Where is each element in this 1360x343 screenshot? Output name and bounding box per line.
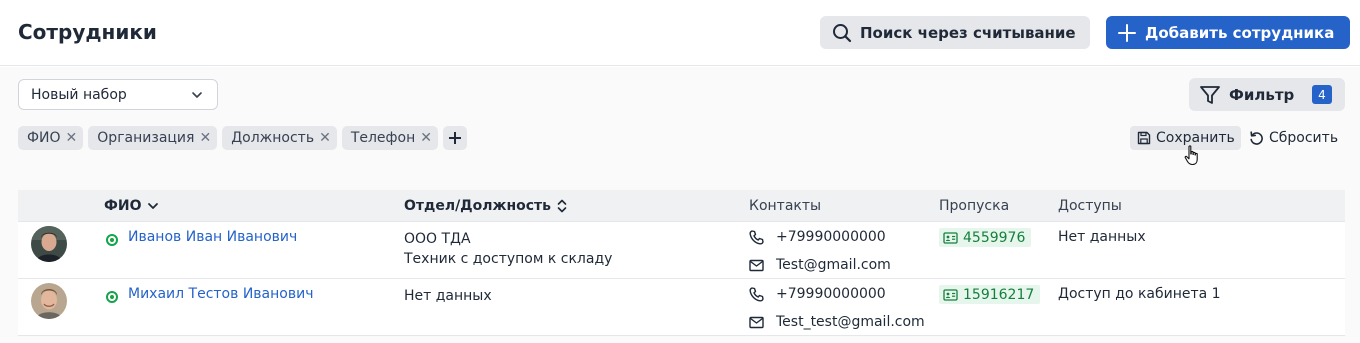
page-title: Сотрудники	[18, 20, 157, 44]
org-text: Нет данных	[404, 288, 492, 304]
scan-search-label: Поиск через считывание	[860, 23, 1076, 42]
org-text: ООО ТДА	[404, 231, 471, 247]
close-icon[interactable]: ✕	[420, 131, 432, 145]
plus-icon	[1118, 23, 1136, 42]
reset-button[interactable]: Сбросить	[1249, 126, 1338, 150]
add-employee-label: Добавить сотрудника	[1145, 23, 1335, 42]
reset-icon	[1250, 130, 1263, 145]
chevron-down-icon	[192, 92, 202, 98]
sort-desc-icon	[147, 203, 158, 209]
email-text: Test_test@gmail.com	[776, 314, 925, 330]
email-contact: Test@gmail.com	[749, 257, 891, 273]
filter-button[interactable]: Фильтр 4	[1189, 78, 1345, 111]
avatar	[31, 283, 67, 319]
pass-number: 4559976	[963, 229, 1026, 246]
preset-select-value: Новый набор	[31, 86, 127, 103]
table-row[interactable]: Михаил Тестов Иванович Нет данных +79990…	[18, 279, 1345, 336]
add-employee-button[interactable]: Добавить сотрудника	[1106, 16, 1350, 49]
close-icon[interactable]: ✕	[199, 131, 211, 145]
chip-position[interactable]: Должность ✕	[222, 126, 337, 150]
chip-organization[interactable]: Организация ✕	[88, 126, 218, 150]
filter-icon	[1200, 85, 1220, 104]
phone-icon	[749, 286, 764, 302]
search-icon	[833, 23, 852, 42]
id-card-icon	[943, 288, 958, 301]
plus-icon	[448, 132, 461, 144]
header-name-label: ФИО	[104, 198, 142, 214]
mail-icon	[749, 316, 764, 328]
phone-contact: +79990000000	[749, 286, 886, 302]
employee-name-link[interactable]: Иванов Иван Иванович	[128, 229, 297, 245]
email-text: Test@gmail.com	[776, 257, 891, 273]
pass-badge: 15916217	[939, 285, 1041, 304]
header-contacts-label: Контакты	[749, 198, 822, 214]
avatar	[31, 226, 67, 262]
header-access: Доступы	[1058, 198, 1122, 214]
chip-label: Организация	[97, 130, 195, 146]
phone-text: +79990000000	[776, 229, 886, 245]
position-text: Техник с доступом к складу	[404, 251, 613, 267]
employee-name-link[interactable]: Михаил Тестов Иванович	[128, 286, 313, 302]
pass-badge: 4559976	[939, 228, 1032, 247]
header-access-label: Доступы	[1058, 198, 1122, 214]
reset-label: Сбросить	[1269, 130, 1339, 146]
header-contacts: Контакты	[749, 198, 821, 214]
table-row[interactable]: Иванов Иван Иванович ООО ТДА Техник с до…	[18, 222, 1345, 279]
chip-phone[interactable]: Телефон ✕	[341, 126, 438, 150]
chip-label: Должность	[231, 130, 315, 146]
table-header: ФИО Отдел/Должность Контакты Пропуска До…	[18, 190, 1345, 222]
phone-text: +79990000000	[776, 286, 886, 302]
chip-fio[interactable]: ФИО ✕	[18, 126, 84, 150]
filter-label: Фильтр	[1229, 85, 1295, 104]
filter-count-badge: 4	[1312, 85, 1332, 104]
access-text: Нет данных	[1058, 229, 1146, 245]
close-icon[interactable]: ✕	[319, 131, 331, 145]
header-passes-label: Пропуска	[939, 198, 1010, 214]
id-card-icon	[943, 231, 958, 244]
top-bar: Сотрудники Поиск через считывание Добави…	[0, 0, 1360, 66]
preset-select[interactable]: Новый набор	[18, 79, 218, 110]
email-contact: Test_test@gmail.com	[749, 314, 925, 330]
mail-icon	[749, 259, 764, 271]
dept-cell: ООО ТДА Техник с доступом к складу	[404, 229, 612, 269]
chip-label: ФИО	[27, 130, 61, 146]
status-active-icon	[106, 234, 118, 246]
chip-label: Телефон	[350, 130, 416, 146]
save-label: Сохранить	[1156, 130, 1235, 146]
hand-cursor-icon	[1184, 145, 1198, 166]
floppy-disk-icon	[1137, 131, 1151, 145]
add-chip-button[interactable]	[442, 126, 467, 150]
scan-search-button[interactable]: Поиск через считывание	[820, 16, 1090, 49]
close-icon[interactable]: ✕	[66, 131, 78, 145]
status-active-icon	[106, 291, 118, 303]
dept-cell: Нет данных	[404, 286, 492, 306]
header-passes: Пропуска	[939, 198, 1009, 214]
column-chips: ФИО ✕ Организация ✕ Должность ✕ Телефон …	[18, 126, 467, 150]
header-name[interactable]: ФИО	[104, 198, 159, 214]
sort-icon	[557, 199, 567, 213]
phone-contact: +79990000000	[749, 229, 886, 245]
access-text: Доступ до кабинета 1	[1058, 286, 1221, 302]
header-dept[interactable]: Отдел/Должность	[404, 198, 568, 214]
header-dept-label: Отдел/Должность	[404, 198, 552, 214]
phone-icon	[749, 229, 764, 245]
pass-number: 15916217	[963, 286, 1035, 303]
